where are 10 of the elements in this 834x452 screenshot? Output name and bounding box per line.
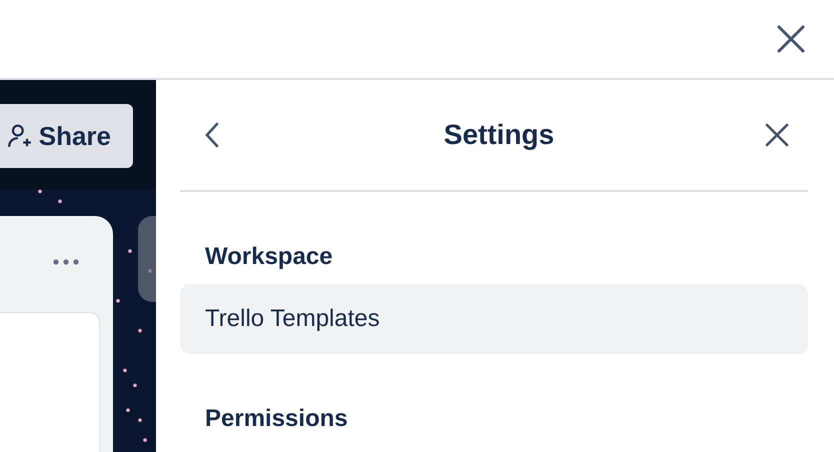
section-heading: Workspace: [204, 242, 334, 272]
close-icon[interactable]: [764, 122, 790, 148]
share-button[interactable]: Share: [0, 104, 133, 168]
section-heading: Permissions: [204, 404, 349, 434]
more-icon[interactable]: [53, 259, 79, 265]
workspace-item[interactable]: Trello Templates: [180, 284, 808, 354]
panel-title: Settings: [444, 119, 554, 151]
add-person-icon: [6, 123, 33, 149]
back-icon[interactable]: [204, 121, 220, 149]
close-icon[interactable]: [776, 24, 806, 54]
